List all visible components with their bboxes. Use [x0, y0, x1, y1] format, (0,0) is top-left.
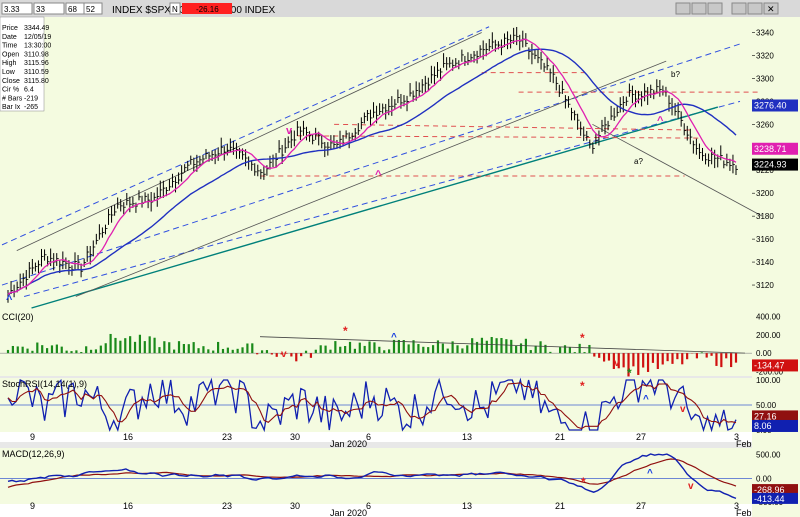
wave-marker-hat-2: ^: [375, 169, 382, 181]
macd-tick-label: 500.00: [756, 451, 781, 460]
x-tick-label-top: 21: [555, 432, 565, 442]
info-row-value: 3115.96: [24, 60, 49, 67]
info-row-value: 12/05/19: [24, 34, 51, 41]
stoch-last-value-1: 27.16: [754, 411, 777, 421]
info-box: Price 3344.49 Date 12/05/19 Time 13:30:00 Open…: [0, 16, 51, 112]
stoch-marker-vee: v: [680, 404, 686, 415]
x-tick-label-bottom: 30: [290, 501, 300, 511]
stoch-tick-label: 50.00: [756, 401, 777, 410]
cci-marker-vee-2: v: [614, 358, 620, 369]
x-tick-label-bottom: 9: [30, 501, 35, 511]
quote-field-3-text: 68: [68, 5, 77, 14]
price-tick-label: 3160: [756, 235, 774, 244]
price-label-text: 3276.40: [754, 100, 787, 110]
quote-field-2-text: 33: [36, 5, 45, 14]
stochrsi-label: StochRSI(14,14(1),9): [2, 379, 87, 389]
x-tick-label-top: 30: [290, 432, 300, 442]
price-tick-label: 3320: [756, 51, 774, 60]
close-icon: ✕: [767, 4, 775, 14]
x-tick-label-bottom: 16: [123, 501, 133, 511]
month-label-jan-1: Jan 2020: [330, 439, 367, 449]
x-tick-label-top: 27: [636, 432, 646, 442]
maximize-button[interactable]: [747, 2, 763, 15]
quote-field-4-text: 52: [86, 5, 95, 14]
wave-marker-hat-1: ^: [6, 294, 13, 306]
change-text: -26.16: [196, 5, 219, 14]
info-row-value: 6.4: [24, 87, 34, 94]
x-tick-label-bottom: 13: [462, 501, 472, 511]
cci-tick-label: 200.00: [756, 331, 781, 340]
stock-chart-canvas[interactable]: 3.33 33 68 52 INDEX $SPX.60 -- S & P 500…: [0, 0, 800, 517]
window-button-3[interactable]: [707, 2, 723, 15]
price-tick-label: 3120: [756, 281, 774, 290]
info-row-value: 3344.49: [24, 25, 49, 32]
info-row-label: Price: [2, 25, 18, 32]
month-label-jan-2: Jan 2020: [330, 508, 367, 517]
wave-label-b: b?: [671, 70, 680, 79]
price-tick-label: 3260: [756, 120, 774, 129]
info-row-value: 3110.59: [24, 69, 49, 76]
stoch-star: *: [580, 379, 585, 393]
window-button-1[interactable]: [675, 2, 691, 15]
info-row-label: Time: [2, 43, 17, 50]
info-row-label: Open: [2, 51, 19, 58]
info-row-label: Cir %: [2, 87, 19, 94]
x-tick-label-top: 16: [123, 432, 133, 442]
info-row-label: Date: [2, 34, 17, 41]
info-row-label: Bar Ix: [2, 104, 21, 111]
wave-marker-hat-3: ^: [657, 115, 664, 127]
window-button-2[interactable]: [691, 2, 707, 15]
cci-star-1: *: [343, 324, 348, 338]
macd-marker-vee: v: [688, 481, 694, 492]
info-row-value: 13:30:00: [24, 43, 51, 50]
price-label-text: 3238.71: [754, 144, 787, 154]
flag-text: N: [172, 5, 178, 14]
wave-label-a: a?: [634, 157, 643, 166]
info-row-label: High: [2, 60, 17, 67]
info-row-label: # Bars: [2, 95, 23, 102]
stoch-last-value-2: 8.06: [754, 421, 772, 431]
info-row-label: Low: [2, 69, 16, 76]
info-row-value: 3115.80: [24, 78, 49, 85]
minimize-button[interactable]: [731, 2, 747, 15]
cci-star-2: *: [580, 331, 585, 345]
quote-field-1-text: 3.33: [4, 5, 20, 14]
x-tick-label-top: 23: [222, 432, 232, 442]
info-row-value: 3110.98: [24, 51, 49, 58]
chart-window: 3.33 33 68 52 INDEX $SPX.60 -- S & P 500…: [0, 0, 800, 517]
macd-last-value-2: -413.44: [754, 494, 785, 504]
stoch-marker-hat: ^: [643, 394, 649, 405]
x-tick-label-top: 13: [462, 432, 472, 442]
x-tick-label-bottom: 27: [636, 501, 646, 511]
price-tick-label: 3180: [756, 212, 774, 221]
cci-last-value: -134.47: [754, 360, 785, 370]
macd-marker-hat: ^: [647, 468, 653, 479]
x-tick-label-bottom: 21: [555, 501, 565, 511]
info-row-value: -219: [24, 95, 38, 102]
x-tick-label-bottom: 23: [222, 501, 232, 511]
month-label-feb-1: Feb: [736, 439, 752, 449]
cci-marker-vee-1: v: [281, 349, 287, 360]
info-row-label: Close: [2, 78, 20, 85]
price-tick-label: 3200: [756, 189, 774, 198]
price-label-text: 3224.93: [754, 160, 787, 170]
info-row-value: -265: [24, 104, 38, 111]
price-tick-label: 3300: [756, 74, 774, 83]
macd-star: *: [581, 475, 586, 489]
price-tick-label: 3140: [756, 258, 774, 267]
cci-tick-label: 400.00: [756, 313, 781, 322]
cci-label: CCI(20): [2, 312, 34, 322]
cci-tick-label: 0.00: [756, 349, 772, 358]
month-label-feb-2: Feb: [736, 508, 752, 517]
price-tick-label: 3340: [756, 28, 774, 37]
cci-star-3: *: [627, 366, 632, 380]
cci-marker-hat: ^: [391, 332, 397, 343]
macd-tick-label: 0.00: [756, 474, 772, 483]
stoch-tick-label: 100.00: [756, 376, 781, 385]
wave-marker-vee-1: v: [286, 125, 293, 137]
x-tick-label-top: 9: [30, 432, 35, 442]
macd-label: MACD(12,26,9): [2, 449, 65, 459]
